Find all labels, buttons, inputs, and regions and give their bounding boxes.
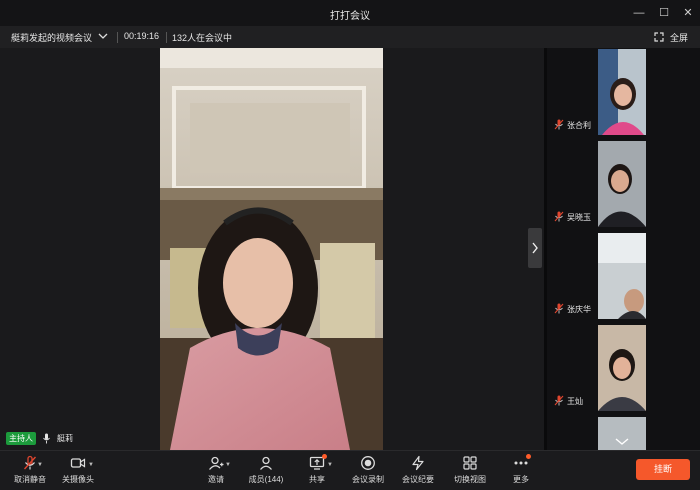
fullscreen-icon[interactable] [654, 32, 664, 42]
mic-muted-icon [554, 211, 564, 222]
meeting-timer: 00:19:16 [124, 31, 160, 41]
window-title: 打打会议 [330, 11, 370, 22]
camera-icon [70, 458, 86, 468]
title-bar: 打打会议 — ☐ ✕ [0, 0, 700, 26]
participant-video [598, 233, 646, 319]
notification-dot [322, 454, 327, 459]
unmute-button[interactable]: 取消静音 [10, 455, 50, 485]
share-button[interactable]: 共享 [303, 455, 331, 485]
main-stage: 主持人 艇莉 [0, 48, 544, 450]
main-video [160, 48, 383, 450]
minutes-label: 会议纪要 [402, 475, 434, 484]
participant-video [598, 49, 646, 135]
microphone-icon [43, 433, 50, 444]
caret-down-icon[interactable]: ▼ [225, 462, 231, 468]
participant-tile[interactable]: 张庆华 [547, 232, 700, 322]
participant-name: 张合利 [567, 121, 591, 130]
hangup-button[interactable]: 挂断 [636, 459, 690, 480]
user-icon [260, 456, 272, 470]
switch-view-label: 切换视图 [454, 475, 486, 484]
unmute-label: 取消静音 [14, 475, 46, 484]
add-user-icon [209, 456, 224, 470]
switch-view-button[interactable]: 切换视图 [452, 455, 488, 485]
more-label: 更多 [513, 475, 529, 484]
participant-tile[interactable]: 王灿 [547, 324, 700, 414]
close-icon[interactable]: ✕ [680, 5, 696, 21]
participant-tile[interactable] [547, 416, 700, 450]
camera-button[interactable]: 关摄像头 [60, 455, 96, 485]
minutes-button[interactable]: 会议纪要 [400, 455, 436, 485]
mic-muted-icon [554, 119, 564, 130]
participant-name: 张庆华 [567, 305, 591, 314]
mic-muted-icon [554, 395, 564, 406]
participant-tile[interactable]: 张合利 [547, 48, 700, 138]
notification-dot [526, 454, 531, 459]
divider [166, 32, 167, 43]
share-label: 共享 [309, 475, 325, 484]
participant-name: 王灿 [567, 397, 583, 406]
caret-down-icon[interactable]: ▼ [327, 462, 333, 468]
minimize-icon[interactable]: — [631, 5, 647, 21]
members-button[interactable]: 成员(144) [246, 455, 286, 485]
members-label: 成员(144) [248, 475, 284, 484]
meeting-name[interactable]: 艇莉发起的视频会议 [11, 31, 92, 44]
side-panel-toggle[interactable] [528, 228, 542, 268]
participant-tile[interactable]: 吴晓玉 [547, 140, 700, 230]
grid-view-icon [463, 456, 477, 470]
chevron-right-icon [532, 242, 538, 254]
meeting-info-bar: 艇莉发起的视频会议 00:19:16 132人在会议中 全屏 [0, 26, 700, 48]
participant-name: 吴晓玉 [567, 213, 591, 222]
participant-video [598, 325, 646, 411]
mic-muted-icon [554, 303, 564, 314]
divider [117, 32, 118, 43]
participant-video [598, 417, 646, 450]
mic-muted-icon [23, 455, 37, 470]
chevron-down-icon[interactable] [98, 31, 108, 41]
more-button[interactable]: 更多 [508, 455, 534, 485]
host-name: 艇莉 [57, 434, 73, 443]
record-label: 会议录制 [352, 475, 384, 484]
camera-label: 关摄像头 [62, 475, 94, 484]
record-button[interactable]: 会议录制 [350, 455, 386, 485]
caret-down-icon[interactable]: ▼ [37, 462, 43, 468]
invite-label: 邀请 [208, 475, 224, 484]
host-tag: 主持人 艇莉 [6, 432, 73, 445]
caret-down-icon[interactable]: ▼ [88, 462, 94, 468]
invite-button[interactable]: 邀请 [201, 455, 231, 485]
participant-video [598, 141, 646, 227]
maximize-icon[interactable]: ☐ [656, 5, 672, 21]
host-badge: 主持人 [6, 432, 36, 445]
record-icon [361, 456, 375, 470]
ai-minutes-icon [412, 455, 424, 471]
participant-count: 132人在会议中 [172, 33, 233, 43]
fullscreen-button[interactable]: 全屏 [670, 31, 688, 44]
